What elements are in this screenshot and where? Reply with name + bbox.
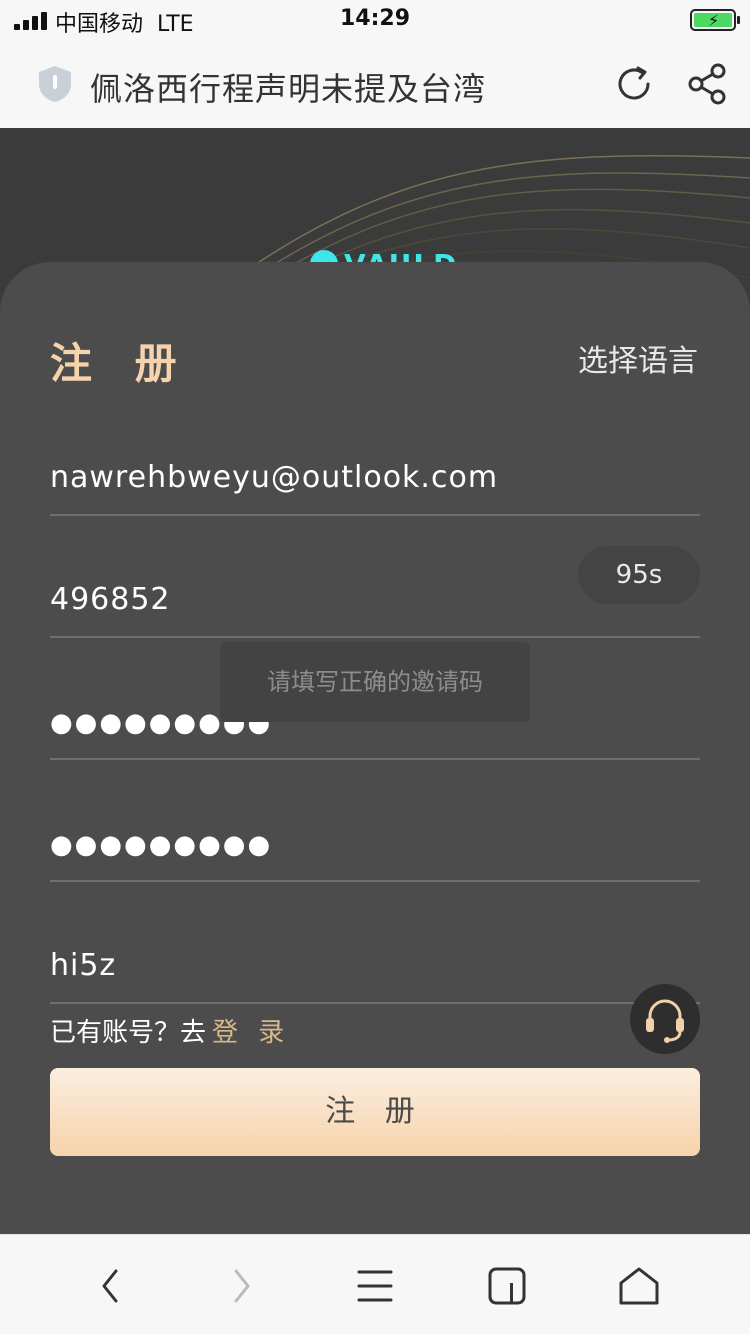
reload-icon[interactable]: [612, 62, 656, 106]
email-underline: [50, 514, 700, 516]
countdown-button[interactable]: 95s: [578, 546, 700, 604]
select-language-button[interactable]: 选择语言: [578, 336, 698, 380]
confirm-password-input[interactable]: ●●●●●●●●●: [50, 830, 272, 860]
email-input[interactable]: nawrehbweyu@outlook.com: [50, 460, 498, 495]
back-icon[interactable]: [84, 1259, 138, 1313]
headset-icon: [646, 999, 684, 1043]
browser-bottom-toolbar: [0, 1234, 750, 1334]
menu-icon[interactable]: [348, 1259, 402, 1313]
shield-icon[interactable]: [36, 64, 74, 104]
clock: 14:29: [339, 6, 411, 31]
status-bar: 中国移动 LTE 14:29 ⚡: [0, 0, 750, 40]
register-submit-button[interactable]: 注 册: [50, 1068, 700, 1156]
toast-message: 请填写正确的邀请码: [220, 642, 530, 722]
customer-service-button[interactable]: [630, 984, 700, 1054]
verification-code-input[interactable]: 496852: [50, 582, 171, 617]
register-title: 注 册: [50, 339, 191, 388]
login-prompt-row: 已有账号？去登 录: [50, 1012, 290, 1049]
browser-top-bar: 佩洛西行程声明未提及台湾: [0, 40, 750, 128]
code-underline: [50, 636, 700, 638]
login-prompt: 已有账号？去: [50, 1018, 207, 1048]
charging-bolt-icon: ⚡: [708, 11, 720, 30]
login-link[interactable]: 登 录: [212, 1018, 290, 1048]
register-card: 注 册 选择语言 nawrehbweyu@outlook.com 496852 …: [0, 262, 750, 1234]
confirm-password-underline: [50, 880, 700, 882]
forward-icon[interactable]: [214, 1259, 268, 1313]
password-underline: [50, 758, 700, 760]
tabs-icon[interactable]: [480, 1259, 534, 1313]
page-title: 佩洛西行程声明未提及台湾: [90, 70, 487, 108]
invite-code-underline: [50, 1002, 700, 1004]
battery-icon: ⚡: [690, 9, 740, 31]
home-icon[interactable]: [612, 1259, 666, 1313]
invite-code-input[interactable]: hi5z: [50, 948, 116, 983]
share-icon[interactable]: [686, 62, 730, 106]
